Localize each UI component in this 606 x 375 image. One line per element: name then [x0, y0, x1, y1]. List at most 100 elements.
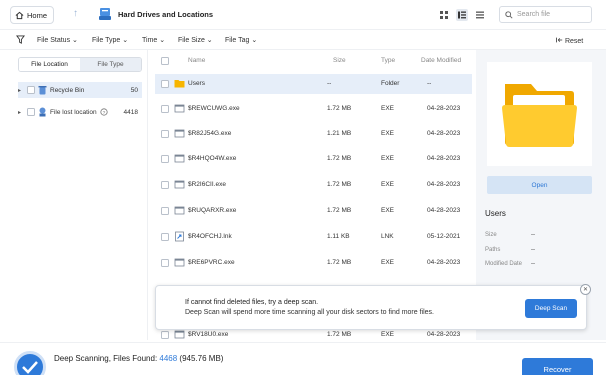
file-name: $R82J54G.exe: [188, 130, 232, 137]
file-date: --: [427, 80, 432, 87]
tab-file-type[interactable]: File Type: [80, 58, 141, 71]
file-type: EXE: [381, 331, 395, 338]
checkbox[interactable]: [161, 130, 169, 138]
file-name: $R2I6CII.exe: [188, 181, 226, 188]
reset-button[interactable]: Reset: [555, 36, 583, 45]
home-icon: [15, 11, 24, 19]
checkbox[interactable]: [161, 233, 169, 241]
checkbox[interactable]: [161, 207, 169, 215]
checkbox[interactable]: [27, 108, 35, 116]
deep-scan-button[interactable]: Deep Scan: [525, 299, 577, 318]
exe-file-icon: [174, 154, 185, 163]
file-size: 1.72 MB: [327, 259, 352, 266]
list-view-icon[interactable]: [474, 9, 486, 21]
table-row[interactable]: $RUQARXR.exe 1.72 MB EXE 04-28-2023: [155, 201, 472, 221]
checkbox[interactable]: [161, 105, 169, 113]
grid-view-icon[interactable]: [438, 9, 450, 21]
file-date: 04-28-2023: [427, 130, 461, 137]
file-size: 1.11 KB: [327, 233, 350, 240]
file-size: 1.72 MB: [327, 105, 352, 112]
home-label: Home: [27, 10, 48, 20]
close-icon[interactable]: ✕: [580, 284, 591, 295]
file-name: $REWCUWG.exe: [188, 105, 240, 112]
table-row[interactable]: Users -- Folder --: [155, 74, 472, 94]
file-date: 05-12-2021: [427, 233, 461, 240]
filter-file-size[interactable]: File Size ⌄: [178, 36, 213, 44]
table-row[interactable]: $REWCUWG.exe 1.72 MB EXE 04-28-2023: [155, 99, 472, 119]
checkbox[interactable]: [27, 86, 35, 94]
table-row[interactable]: $RE6PVRC.exe 1.72 MB EXE 04-28-2023: [155, 253, 472, 273]
details-modified-value: --: [531, 261, 535, 267]
checkbox[interactable]: [161, 155, 169, 163]
file-type: EXE: [381, 181, 395, 188]
search-input[interactable]: Search file: [499, 6, 592, 23]
checkbox[interactable]: [161, 181, 169, 189]
file-date: 04-28-2023: [427, 259, 461, 266]
exe-file-icon: [174, 206, 185, 215]
table-row[interactable]: $R82J54G.exe 1.21 MB EXE 04-28-2023: [155, 124, 472, 144]
file-date: 04-28-2023: [427, 155, 461, 162]
filter-icon[interactable]: [16, 35, 25, 44]
table-row[interactable]: $RV18U0.exe 1.72 MB EXE 04-28-2023: [155, 329, 472, 341]
status-bar: Deep Scanning, Files Found: 4468 (945.76…: [0, 342, 606, 375]
file-date: 04-28-2023: [427, 105, 461, 112]
sidebar-item-file-lost-location[interactable]: ▸ File lost location ? 4418: [18, 104, 142, 120]
help-icon[interactable]: ?: [100, 108, 108, 116]
table-row[interactable]: $R2I6CII.exe 1.72 MB EXE 04-28-2023: [155, 175, 472, 195]
open-button[interactable]: Open: [487, 176, 592, 194]
search-placeholder: Search file: [517, 11, 551, 18]
exe-file-icon: [174, 104, 185, 113]
chevron-right-icon[interactable]: ▸: [18, 109, 24, 116]
filter-file-tag[interactable]: File Tag ⌄: [225, 36, 257, 44]
home-button[interactable]: Home: [10, 6, 55, 24]
filter-time[interactable]: Time ⌄: [142, 36, 165, 44]
top-bar: Home ↑ Hard Drives and Locations Search …: [0, 0, 606, 30]
view-toggle: [438, 9, 486, 21]
recover-button[interactable]: Recover: [522, 358, 593, 375]
filter-file-type[interactable]: File Type ⌄: [92, 36, 128, 44]
popup-message: Deep Scan will spend more time scanning …: [185, 309, 434, 316]
checkbox[interactable]: [161, 331, 169, 339]
file-size: 1.72 MB: [327, 181, 352, 188]
tab-file-location[interactable]: File Location: [19, 58, 80, 71]
column-header-date[interactable]: Date Modified: [421, 57, 461, 64]
scan-check-icon: [14, 351, 46, 375]
file-size: 1.72 MB: [327, 207, 352, 214]
file-type: EXE: [381, 105, 395, 112]
file-type: LNK: [381, 233, 394, 240]
sidebar-item-label: Recycle Bin: [50, 86, 85, 94]
file-name: $R4HQO4W.exe: [188, 155, 237, 162]
column-header-name[interactable]: Name: [188, 57, 205, 64]
filter-bar: File Status ⌄ File Type ⌄ Time ⌄ File Si…: [0, 30, 606, 50]
exe-file-icon: [174, 258, 185, 267]
reset-icon: [556, 37, 563, 43]
select-all-checkbox[interactable]: [161, 57, 169, 65]
filter-file-status[interactable]: File Status ⌄: [37, 36, 78, 44]
lost-location-icon: [39, 107, 46, 117]
location-title: Hard Drives and Locations: [118, 10, 214, 19]
file-date: 04-28-2023: [427, 181, 461, 188]
recycle-bin-icon: [38, 86, 47, 95]
file-date: 04-28-2023: [427, 207, 461, 214]
column-header-type[interactable]: Type: [381, 57, 395, 64]
files-found-size: (945.76 MB): [177, 354, 224, 363]
scan-status: Deep Scanning, Files Found: 4468 (945.76…: [54, 354, 224, 363]
checkbox[interactable]: [161, 259, 169, 267]
up-arrow-icon[interactable]: ↑: [73, 8, 78, 19]
deep-scan-popup: If cannot find deleted files, try a deep…: [155, 284, 591, 330]
file-size: 1.72 MB: [327, 155, 352, 162]
sidebar-item-label: File lost location: [50, 108, 97, 116]
file-type: Folder: [381, 80, 400, 87]
file-size: 1.72 MB: [327, 331, 352, 338]
details-size-label: Size: [485, 232, 497, 238]
sidebar-tabs: File Location File Type: [18, 57, 142, 72]
large-folder-icon: [502, 84, 577, 147]
sidebar-item-recycle-bin[interactable]: ▸ Recycle Bin 50: [18, 82, 142, 98]
file-type: EXE: [381, 155, 395, 162]
detail-view-icon[interactable]: [456, 9, 468, 21]
table-row[interactable]: $R4OFCHJ.lnk 1.11 KB LNK 05-12-2021: [155, 227, 472, 247]
checkbox[interactable]: [161, 80, 169, 88]
chevron-right-icon[interactable]: ▸: [18, 87, 24, 94]
column-header-size[interactable]: Size: [333, 57, 346, 64]
table-row[interactable]: $R4HQO4W.exe 1.72 MB EXE 04-28-2023: [155, 149, 472, 169]
